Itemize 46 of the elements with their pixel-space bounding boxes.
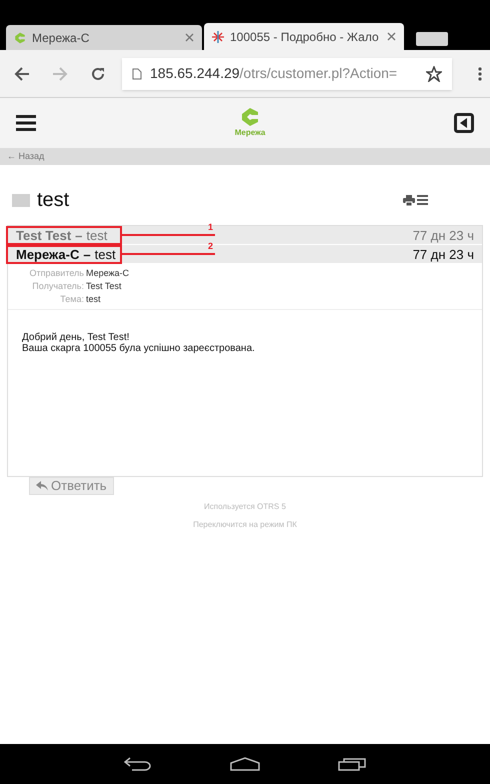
star-icon[interactable] xyxy=(426,66,442,82)
reload-icon[interactable] xyxy=(90,66,106,82)
close-icon[interactable] xyxy=(387,32,396,41)
separator: – xyxy=(75,228,82,242)
footer-text: Используется OTRS 5 xyxy=(204,501,286,513)
back-arrow-icon[interactable] xyxy=(14,66,30,82)
ticket-title: test xyxy=(37,188,70,213)
browser-tab[interactable]: 100055 - Подробно - Жало xyxy=(204,23,404,50)
article-sender: Мережа-С xyxy=(16,246,80,262)
print-icon[interactable] xyxy=(403,194,415,206)
back-nav-icon[interactable] xyxy=(124,757,152,771)
article-subject: test xyxy=(94,246,116,262)
ticket-state-icon xyxy=(12,194,30,206)
separator: – xyxy=(83,246,91,262)
logo-text: Мережа xyxy=(234,127,266,139)
more-icon[interactable] xyxy=(478,66,482,80)
field-value: test xyxy=(86,293,101,306)
close-icon[interactable] xyxy=(185,33,194,42)
field-label: Отправитель xyxy=(28,267,84,280)
article-age: 77 дн 23 ч xyxy=(412,228,474,242)
article-age: 77 дн 23 ч xyxy=(412,246,474,262)
menu-icon[interactable] xyxy=(16,115,36,131)
page-icon xyxy=(132,68,142,80)
list-icon[interactable] xyxy=(417,195,428,205)
collapse-icon[interactable] xyxy=(454,113,474,133)
reply-icon xyxy=(36,481,48,491)
recents-nav-icon[interactable] xyxy=(338,757,366,771)
address-bar[interactable]: 185.65.244.29/otrs/customer.pl?Action= xyxy=(122,58,452,90)
field-value: Test Test xyxy=(86,280,122,293)
tab-title: 100055 - Подробно - Жало xyxy=(230,28,380,46)
message-line: Добрий день, Test Test! xyxy=(22,332,130,343)
asterisk-icon xyxy=(212,30,224,42)
logo-icon xyxy=(14,32,26,44)
browser-tab[interactable]: Мережа-С xyxy=(6,25,202,50)
home-nav-icon[interactable] xyxy=(230,757,260,771)
article-row[interactable]: Мережа-С – test 77 дн 23 ч 2 xyxy=(8,245,482,264)
article-sender: Test Test xyxy=(16,228,72,242)
article-subject: test xyxy=(86,228,108,242)
back-link[interactable]: ← Назад xyxy=(7,150,44,164)
logo-icon xyxy=(240,107,260,127)
tab-title: Мережа-С xyxy=(32,30,90,46)
field-label: Получатель: xyxy=(31,280,84,293)
url-text: 185.65.244.29/otrs/customer.pl?Action= xyxy=(150,64,398,83)
field-label: Тема: xyxy=(59,293,84,306)
field-value: Мережа-С xyxy=(86,267,130,280)
message-line: Ваша скарга 100055 була успішно зареєстрована. xyxy=(22,343,256,354)
